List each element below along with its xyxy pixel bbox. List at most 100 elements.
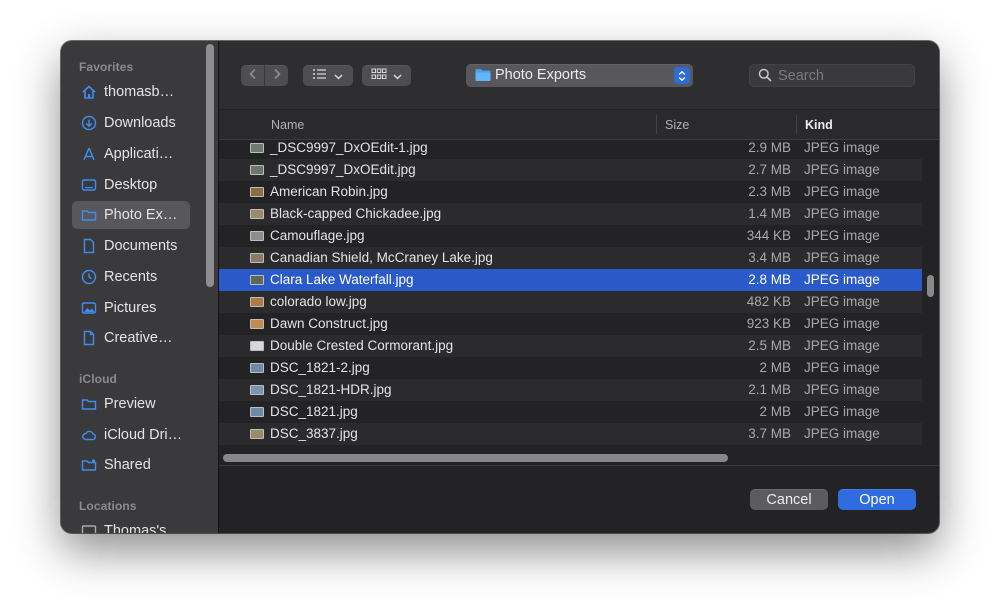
file-kind: JPEG image xyxy=(804,382,880,397)
file-kind: JPEG image xyxy=(804,294,880,309)
open-button[interactable]: Open xyxy=(838,489,916,510)
file-kind: JPEG image xyxy=(804,338,880,353)
chevron-down-icon xyxy=(334,67,343,85)
file-size: 2.9 MB xyxy=(748,140,791,155)
location-label: Photo Exports xyxy=(495,67,587,83)
search-input[interactable] xyxy=(778,66,908,85)
sidebar-item-label: Downloads xyxy=(104,115,176,131)
file-name: colorado low.jpg xyxy=(270,294,367,309)
sidebar-item-label: Preview xyxy=(104,396,156,412)
sidebar-item-computer[interactable]: Thomas's… xyxy=(72,517,190,533)
file-kind: JPEG image xyxy=(804,184,880,199)
list-view-button[interactable] xyxy=(303,65,353,86)
file-row[interactable]: Dawn Construct.jpg 923 KB JPEG image xyxy=(219,313,922,335)
sidebar-item-desktop[interactable]: Desktop xyxy=(72,171,190,199)
photo-icon xyxy=(80,299,98,317)
file-row[interactable]: Canadian Shield, McCraney Lake.jpg 3.4 MB… xyxy=(219,247,922,269)
sidebar-item-label: iCloud Dri… xyxy=(104,427,183,443)
sidebar-item-pictures[interactable]: Pictures xyxy=(72,294,190,322)
file-kind: JPEG image xyxy=(804,316,880,331)
sidebar-item-creative[interactable]: Creative… xyxy=(72,324,190,352)
file-row[interactable]: American Robin.jpg 2.3 MB JPEG image xyxy=(219,181,922,203)
file-name: DSC_1821-2.jpg xyxy=(270,360,370,375)
image-thumbnail-icon xyxy=(250,385,264,395)
file-kind: JPEG image xyxy=(804,272,880,287)
file-name: Clara Lake Waterfall.jpg xyxy=(270,272,414,287)
back-forward-buttons xyxy=(241,65,288,86)
clock-icon xyxy=(80,268,98,286)
sidebar-item-applications[interactable]: Applicati… xyxy=(72,140,190,168)
file-list-horizontal-scrollbar[interactable] xyxy=(223,454,728,462)
sidebar: Favorites thomasb… Downloads Applicati… … xyxy=(61,41,219,533)
sidebar-item-downloads[interactable]: Downloads xyxy=(72,109,190,137)
file-name: Black-capped Chickadee.jpg xyxy=(270,206,442,221)
file-row[interactable]: _DSC9997_DxOEdit-1.jpg 2.9 MB JPEG image xyxy=(219,140,922,159)
file-name: _DSC9997_DxOEdit.jpg xyxy=(270,162,416,177)
file-row[interactable]: DSC_3837.jpg 3.7 MB JPEG image xyxy=(219,423,922,445)
chevron-down-icon xyxy=(393,67,402,85)
sidebar-item-home[interactable]: thomasb… xyxy=(72,78,190,106)
image-thumbnail-icon xyxy=(250,319,264,329)
file-row[interactable]: DSC_1821.jpg 2 MB JPEG image xyxy=(219,401,922,423)
location-popup[interactable]: Photo Exports xyxy=(466,64,693,87)
image-thumbnail-icon xyxy=(250,143,264,153)
toolbar: Photo Exports xyxy=(219,41,939,109)
column-header-name[interactable]: Name xyxy=(271,118,304,132)
file-kind: JPEG image xyxy=(804,250,880,265)
sidebar-item-label: Thomas's… xyxy=(104,523,181,533)
file-row[interactable]: Clara Lake Waterfall.jpg 2.8 MB JPEG image xyxy=(219,269,922,291)
image-thumbnail-icon xyxy=(250,429,264,439)
applications-icon xyxy=(80,145,98,163)
file-row[interactable]: DSC_1821-2.jpg 2 MB JPEG image xyxy=(219,357,922,379)
file-list-vertical-scrollbar[interactable] xyxy=(927,275,934,297)
column-header-size[interactable]: Size xyxy=(665,118,689,132)
sidebar-heading-icloud: iCloud xyxy=(79,372,117,386)
image-thumbnail-icon xyxy=(250,231,264,241)
grid-icon xyxy=(371,67,387,85)
file-row[interactable]: _DSC9997_DxOEdit.jpg 2.7 MB JPEG image xyxy=(219,159,922,181)
sidebar-item-icloud-drive[interactable]: iCloud Dri… xyxy=(72,421,190,449)
sidebar-heading-favorites: Favorites xyxy=(79,60,134,74)
cloud-icon xyxy=(80,426,98,444)
file-size: 344 KB xyxy=(746,228,791,243)
cancel-button[interactable]: Cancel xyxy=(750,489,828,510)
file-size: 2.7 MB xyxy=(748,162,791,177)
file-size: 2 MB xyxy=(759,360,791,375)
sidebar-item-shared[interactable]: Shared xyxy=(72,451,190,479)
column-header-kind[interactable]: Kind xyxy=(805,118,833,132)
image-thumbnail-icon xyxy=(250,187,264,197)
file-row[interactable]: Black-capped Chickadee.jpg 1.4 MB JPEG ima… xyxy=(219,203,922,225)
sidebar-item-label: Pictures xyxy=(104,300,157,316)
sidebar-scrollbar[interactable] xyxy=(206,44,214,287)
back-button[interactable] xyxy=(241,65,264,86)
file-row[interactable]: colorado low.jpg 482 KB JPEG image xyxy=(219,291,922,313)
sidebar-item-documents[interactable]: Documents xyxy=(72,232,190,260)
file-size: 2.8 MB xyxy=(748,272,791,287)
file-name: DSC_3837.jpg xyxy=(270,426,358,441)
file-row[interactable]: Double Crested Cormorant.jpg 2.5 MB JPEG i… xyxy=(219,335,922,357)
file-kind: JPEG image xyxy=(804,206,880,221)
file-name: Canadian Shield, McCraney Lake.jpg xyxy=(270,250,493,265)
image-thumbnail-icon xyxy=(250,341,264,351)
file-kind: JPEG image xyxy=(804,162,880,177)
file-size: 2.3 MB xyxy=(748,184,791,199)
folder-icon xyxy=(80,206,98,224)
file-name: Dawn Construct.jpg xyxy=(270,316,388,331)
file-list: _DSC9997_DxOEdit-1.jpg 2.9 MB JPEG image _D… xyxy=(219,140,939,451)
sidebar-item-photo-exports[interactable]: Photo Ex… xyxy=(72,201,190,229)
folder-icon xyxy=(475,68,491,87)
sidebar-item-label: thomasb… xyxy=(104,84,175,100)
download-icon xyxy=(80,114,98,132)
file-size: 2 MB xyxy=(759,404,791,419)
forward-button[interactable] xyxy=(265,65,288,86)
file-name: Camouflage.jpg xyxy=(270,228,365,243)
grid-view-button[interactable] xyxy=(362,65,411,86)
file-row[interactable]: DSC_1821-HDR.jpg 2.1 MB JPEG image xyxy=(219,379,922,401)
file-row[interactable]: Camouflage.jpg 344 KB JPEG image xyxy=(219,225,922,247)
sidebar-item-preview[interactable]: Preview xyxy=(72,390,190,418)
file-name: Double Crested Cormorant.jpg xyxy=(270,338,454,353)
sidebar-item-label: Applicati… xyxy=(104,146,174,162)
sidebar-item-recents[interactable]: Recents xyxy=(72,263,190,291)
chevron-left-icon xyxy=(248,67,258,85)
search-field[interactable] xyxy=(749,64,915,87)
